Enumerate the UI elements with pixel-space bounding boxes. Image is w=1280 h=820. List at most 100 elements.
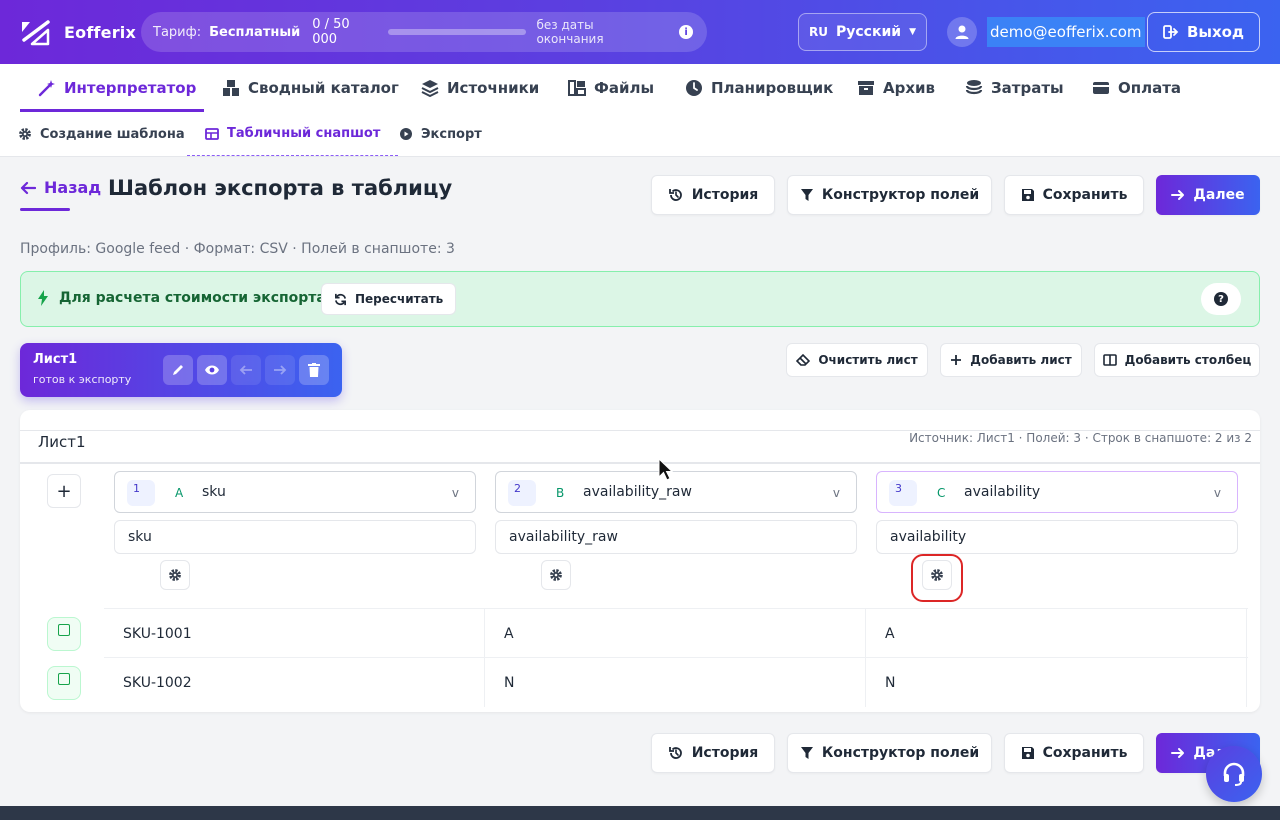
language-select[interactable]: RU Русский ▼ bbox=[798, 13, 927, 51]
brand-name: Eofferix bbox=[64, 22, 136, 42]
table-row: SKU-1002 N N bbox=[104, 657, 1248, 707]
logout-label: Выход bbox=[1186, 23, 1245, 41]
refresh-icon bbox=[335, 293, 346, 305]
language-code: RU bbox=[809, 25, 828, 39]
plus-icon bbox=[951, 355, 962, 365]
nav-item-costs[interactable]: Затраты bbox=[965, 64, 1064, 112]
history-button[interactable]: История bbox=[651, 175, 775, 215]
help-button[interactable]: ? bbox=[1201, 283, 1241, 315]
column-settings-button-a[interactable] bbox=[160, 560, 190, 590]
eofferix-logo-icon bbox=[22, 20, 50, 46]
nav-label: Сводный каталог bbox=[248, 79, 399, 97]
support-chat-button[interactable] bbox=[1206, 746, 1262, 802]
filter-icon bbox=[800, 189, 813, 201]
tab-template-create[interactable]: Создание шаблона bbox=[18, 112, 185, 156]
column-header-a[interactable]: 1 A sku v bbox=[114, 471, 476, 513]
files-icon bbox=[568, 80, 586, 96]
save-icon bbox=[1021, 189, 1034, 201]
user-email[interactable]: demo@eofferix.com bbox=[987, 17, 1145, 47]
archive-icon bbox=[858, 81, 874, 95]
user-avatar-icon[interactable] bbox=[947, 17, 977, 47]
nav-item-sources[interactable]: Источники bbox=[421, 64, 539, 112]
field-builder-button[interactable]: Конструктор полей bbox=[787, 175, 992, 215]
logout-icon bbox=[1163, 25, 1179, 39]
nav-item-scheduler[interactable]: Планировщик bbox=[685, 64, 833, 112]
recalculate-label: Пересчитать bbox=[355, 292, 444, 306]
save-button-bottom[interactable]: Сохранить bbox=[1004, 733, 1144, 773]
plan-label: Тариф: bbox=[153, 24, 202, 40]
column-header-c[interactable]: 3 C availability v bbox=[876, 471, 1238, 513]
nav-label: Затраты bbox=[991, 79, 1064, 97]
row-checkbox[interactable] bbox=[47, 666, 81, 700]
nav-item-payment[interactable]: Оплата bbox=[1092, 64, 1181, 112]
layers-icon bbox=[421, 80, 439, 97]
info-icon[interactable]: i bbox=[679, 25, 693, 39]
row-checkbox[interactable] bbox=[47, 617, 81, 651]
columns-icon bbox=[1102, 354, 1117, 366]
next-button[interactable]: Далее bbox=[1156, 175, 1260, 215]
eye-icon[interactable] bbox=[197, 355, 227, 385]
move-right-icon[interactable] bbox=[265, 355, 295, 385]
column-name-input-a[interactable]: sku bbox=[114, 520, 476, 554]
field-builder-button-bottom[interactable]: Конструктор полей bbox=[787, 733, 992, 773]
tab-export[interactable]: Экспорт bbox=[399, 112, 482, 156]
table-cell[interactable]: SKU-1001 bbox=[104, 609, 485, 658]
add-column-button[interactable]: Добавить столбец bbox=[1094, 343, 1260, 377]
sheet-card[interactable]: Лист1 готов к экспорту bbox=[20, 343, 342, 397]
column-key: availability bbox=[964, 484, 1041, 500]
table-cell[interactable]: N bbox=[866, 658, 1247, 707]
history-label: История bbox=[691, 745, 759, 761]
mouse-cursor-icon bbox=[658, 458, 674, 481]
top-bar: Eofferix Тариф: Бесплатный 0 / 50 000 бе… bbox=[0, 0, 1280, 64]
grid-title: Лист1 bbox=[38, 433, 86, 451]
column-name-input-c[interactable]: availability bbox=[876, 520, 1238, 554]
highlight-outline bbox=[911, 554, 963, 602]
clear-sheet-button[interactable]: Очистить лист bbox=[786, 343, 928, 377]
table-cell[interactable]: A bbox=[485, 609, 866, 658]
plan-name: Бесплатный bbox=[209, 24, 301, 40]
credit-card-icon bbox=[1093, 82, 1109, 94]
tab-table-snapshot[interactable]: Табличный снапшот bbox=[187, 112, 399, 156]
snapshot-grid: Лист1 Источник: Лист1 · Полей: 3 · Строк… bbox=[20, 410, 1260, 712]
chevron-down-icon: v bbox=[832, 486, 840, 500]
table-icon bbox=[205, 127, 219, 140]
recalculate-button[interactable]: Пересчитать bbox=[321, 283, 457, 315]
add-column-plus-button[interactable]: + bbox=[47, 474, 81, 508]
nav-label: Интерпретатор bbox=[64, 79, 197, 97]
add-sheet-button[interactable]: Добавить лист bbox=[940, 343, 1082, 377]
lightning-icon bbox=[38, 290, 48, 306]
column-name-input-b[interactable]: availability_raw bbox=[495, 520, 857, 554]
trash-icon[interactable] bbox=[299, 355, 329, 385]
plan-count: 0 / 50 000 bbox=[312, 17, 350, 47]
checkbox-icon bbox=[58, 673, 70, 685]
table-cell[interactable]: SKU-1002 bbox=[104, 658, 485, 707]
pencil-icon[interactable] bbox=[163, 355, 193, 385]
profile-info: Профиль: Google feed · Формат: CSV · Пол… bbox=[20, 241, 455, 257]
boxes-icon bbox=[223, 80, 239, 96]
arrow-right-icon bbox=[1171, 190, 1185, 200]
column-settings-button-b[interactable] bbox=[541, 560, 571, 590]
table-cell[interactable]: N bbox=[485, 658, 866, 707]
column-header-b[interactable]: 2 B availability_raw v bbox=[495, 471, 857, 513]
nav-item-catalog[interactable]: Сводный каталог bbox=[222, 64, 399, 112]
logout-button[interactable]: Выход bbox=[1147, 12, 1260, 52]
brand-logo[interactable]: Eofferix bbox=[20, 18, 136, 46]
plan-until: без даты окончания bbox=[536, 18, 604, 46]
plan-progress-bar bbox=[387, 29, 527, 35]
chevron-down-icon: v bbox=[451, 486, 459, 500]
move-left-icon[interactable] bbox=[231, 355, 261, 385]
grid-header: Лист1 Источник: Лист1 · Полей: 3 · Строк… bbox=[20, 430, 1260, 464]
banner-text: Для расчета стоимости экспорта bbox=[59, 290, 326, 306]
add-sheet-label: Добавить лист bbox=[970, 353, 1072, 367]
nav-item-files[interactable]: Файлы bbox=[568, 64, 654, 112]
nav-item-interpreter[interactable]: Интерпретатор bbox=[38, 64, 196, 112]
save-button[interactable]: Сохранить bbox=[1004, 175, 1144, 215]
column-letter: C bbox=[937, 486, 946, 500]
table-cell[interactable]: A bbox=[866, 609, 1247, 658]
history-button-bottom[interactable]: История bbox=[651, 733, 775, 773]
back-link[interactable]: Назад bbox=[20, 178, 101, 197]
plan-pill: Тариф: Бесплатный 0 / 50 000 без даты ок… bbox=[141, 12, 707, 52]
question-icon: ? bbox=[1214, 292, 1228, 306]
nav-item-archive[interactable]: Архив bbox=[857, 64, 935, 112]
nav-label: Планировщик bbox=[711, 79, 834, 97]
